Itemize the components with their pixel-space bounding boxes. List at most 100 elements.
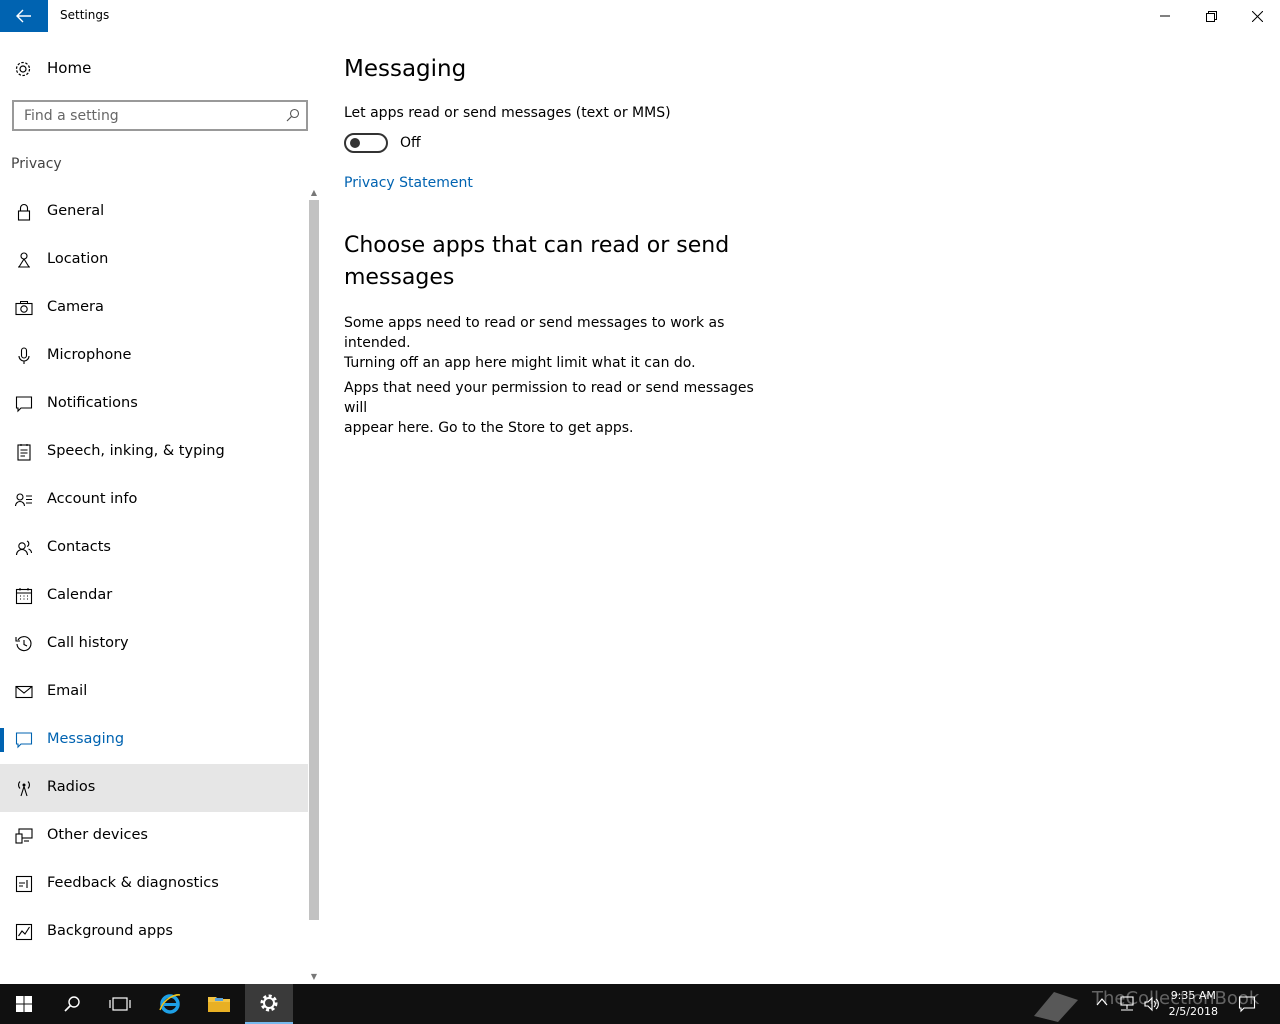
home-label: Home xyxy=(47,59,92,77)
scroll-down-icon[interactable]: ▼ xyxy=(309,972,319,982)
apps-description-line: Some apps need to read or send messages … xyxy=(344,315,725,351)
restore-icon xyxy=(1205,10,1217,22)
page-title: Messaging xyxy=(344,56,467,82)
sidebar-item-label: Background apps xyxy=(47,923,173,939)
home-nav-item[interactable]: Home xyxy=(0,52,308,84)
account-info-icon xyxy=(15,493,32,507)
taskbar-edge-app[interactable] xyxy=(146,984,194,1024)
search-box[interactable] xyxy=(12,100,308,131)
sidebar-item-location[interactable]: Location xyxy=(0,236,308,284)
network-icon[interactable] xyxy=(1118,995,1136,1013)
sidebar-item-label: Location xyxy=(47,251,109,267)
gear-icon xyxy=(15,61,31,77)
taskbar-clock[interactable]: 9:35 AM 2/5/2018 xyxy=(1169,988,1218,1020)
minimize-button[interactable] xyxy=(1142,0,1188,32)
sidebar-item-label: Microphone xyxy=(47,347,132,363)
scroll-up-icon[interactable]: ▲ xyxy=(309,188,319,198)
start-button[interactable] xyxy=(0,984,48,1024)
action-center-icon[interactable] xyxy=(1238,995,1256,1013)
sidebar-item-radios[interactable]: Radios xyxy=(0,764,308,812)
camera-icon xyxy=(15,301,33,316)
sidebar-item-label: General xyxy=(47,203,105,219)
search-icon[interactable] xyxy=(286,108,300,122)
internet-explorer-icon xyxy=(159,994,181,1014)
restore-button[interactable] xyxy=(1188,0,1234,32)
calendar-icon xyxy=(15,588,33,605)
sidebar-item-messaging[interactable]: Messaging xyxy=(0,716,308,764)
taskbar-search-button[interactable] xyxy=(48,984,96,1024)
sidebar-item-label: Calendar xyxy=(47,587,113,603)
sidebar-item-label: Radios xyxy=(47,779,96,795)
notifications-icon xyxy=(15,396,33,413)
call-history-icon xyxy=(15,636,32,652)
chevron-up-icon[interactable] xyxy=(1096,997,1108,1007)
taskbar-file-explorer[interactable] xyxy=(195,984,243,1024)
sidebar-item-label: Messaging xyxy=(47,731,125,747)
messaging-toggle[interactable] xyxy=(344,133,388,153)
search-icon xyxy=(64,996,80,1012)
book-watermark-icon xyxy=(1034,992,1078,1022)
taskbar: TheCollectionBook 9:35 AM 2/5/2018 xyxy=(0,984,1280,1024)
lock-icon xyxy=(17,203,31,221)
close-button[interactable] xyxy=(1234,0,1280,32)
task-view-button[interactable] xyxy=(96,984,144,1024)
sidebar-item-label: Other devices xyxy=(47,827,148,843)
sidebar-item-microphone[interactable]: Microphone xyxy=(0,332,308,380)
privacy-nav-list: General Location Camera Microphone Notif… xyxy=(0,188,308,956)
email-icon xyxy=(15,685,33,699)
privacy-statement-link[interactable]: Privacy Statement xyxy=(344,175,473,191)
choose-apps-heading: Choose apps that can read or send messag… xyxy=(344,233,730,290)
sidebar-item-label: Email xyxy=(47,683,88,699)
search-input[interactable] xyxy=(14,102,264,129)
sidebar: Home Privacy General Location Camera Mic… xyxy=(0,32,320,984)
sidebar-item-other-devices[interactable]: Other devices xyxy=(0,812,308,860)
sidebar-item-notifications[interactable]: Notifications xyxy=(0,380,308,428)
sidebar-item-label: Camera xyxy=(47,299,104,315)
sidebar-item-label: Call history xyxy=(47,635,129,651)
sidebar-item-speech[interactable]: Speech, inking, & typing xyxy=(0,428,308,476)
minimize-icon xyxy=(1160,15,1170,17)
location-icon xyxy=(18,252,30,268)
sidebar-item-contacts[interactable]: Contacts xyxy=(0,524,308,572)
sidebar-item-general[interactable]: General xyxy=(0,188,308,236)
no-apps-message-line: Apps that need your permission to read o… xyxy=(344,380,754,416)
apps-description: Some apps need to read or send messages … xyxy=(344,313,774,373)
other-devices-icon xyxy=(15,828,33,844)
no-apps-message: Apps that need your permission to read o… xyxy=(344,378,774,438)
radios-icon xyxy=(18,781,30,797)
feedback-icon xyxy=(15,875,33,893)
no-apps-message-line: appear here. Go to the Store to get apps… xyxy=(344,420,634,436)
messaging-icon xyxy=(15,732,33,749)
window-title: Settings xyxy=(60,8,110,22)
sidebar-item-label: Speech, inking, & typing xyxy=(47,443,225,459)
sidebar-item-label: Contacts xyxy=(47,539,111,555)
selection-indicator xyxy=(0,728,4,752)
back-button[interactable] xyxy=(0,0,48,32)
privacy-section-title: Privacy xyxy=(11,156,62,172)
microphone-icon xyxy=(18,347,30,364)
toggle-state-label: Off xyxy=(400,135,421,151)
gear-icon xyxy=(260,994,278,1012)
close-icon xyxy=(1251,10,1263,22)
sidebar-item-camera[interactable]: Camera xyxy=(0,284,308,332)
taskbar-settings-app[interactable] xyxy=(245,984,293,1024)
sidebar-item-label: Feedback & diagnostics xyxy=(47,875,219,891)
sidebar-item-feedback[interactable]: Feedback & diagnostics xyxy=(0,860,308,908)
background-apps-icon xyxy=(15,923,33,941)
sidebar-item-label: Account info xyxy=(47,491,138,507)
sidebar-item-background-apps[interactable]: Background apps xyxy=(0,908,308,956)
back-arrow-icon xyxy=(16,9,31,23)
sidebar-item-email[interactable]: Email xyxy=(0,668,308,716)
toggle-knob xyxy=(350,138,360,148)
apps-description-line: Turning off an app here might limit what… xyxy=(344,355,696,371)
speech-icon xyxy=(17,444,31,461)
volume-icon[interactable] xyxy=(1143,995,1161,1013)
sidebar-item-account-info[interactable]: Account info xyxy=(0,476,308,524)
folder-icon xyxy=(208,997,230,1012)
task-view-icon xyxy=(109,997,131,1011)
clock-time: 9:35 AM xyxy=(1170,989,1216,1002)
sidebar-scroll-thumb[interactable] xyxy=(309,200,319,920)
sidebar-item-calendar[interactable]: Calendar xyxy=(0,572,308,620)
title-bar: Settings xyxy=(0,0,1280,32)
sidebar-item-call-history[interactable]: Call history xyxy=(0,620,308,668)
